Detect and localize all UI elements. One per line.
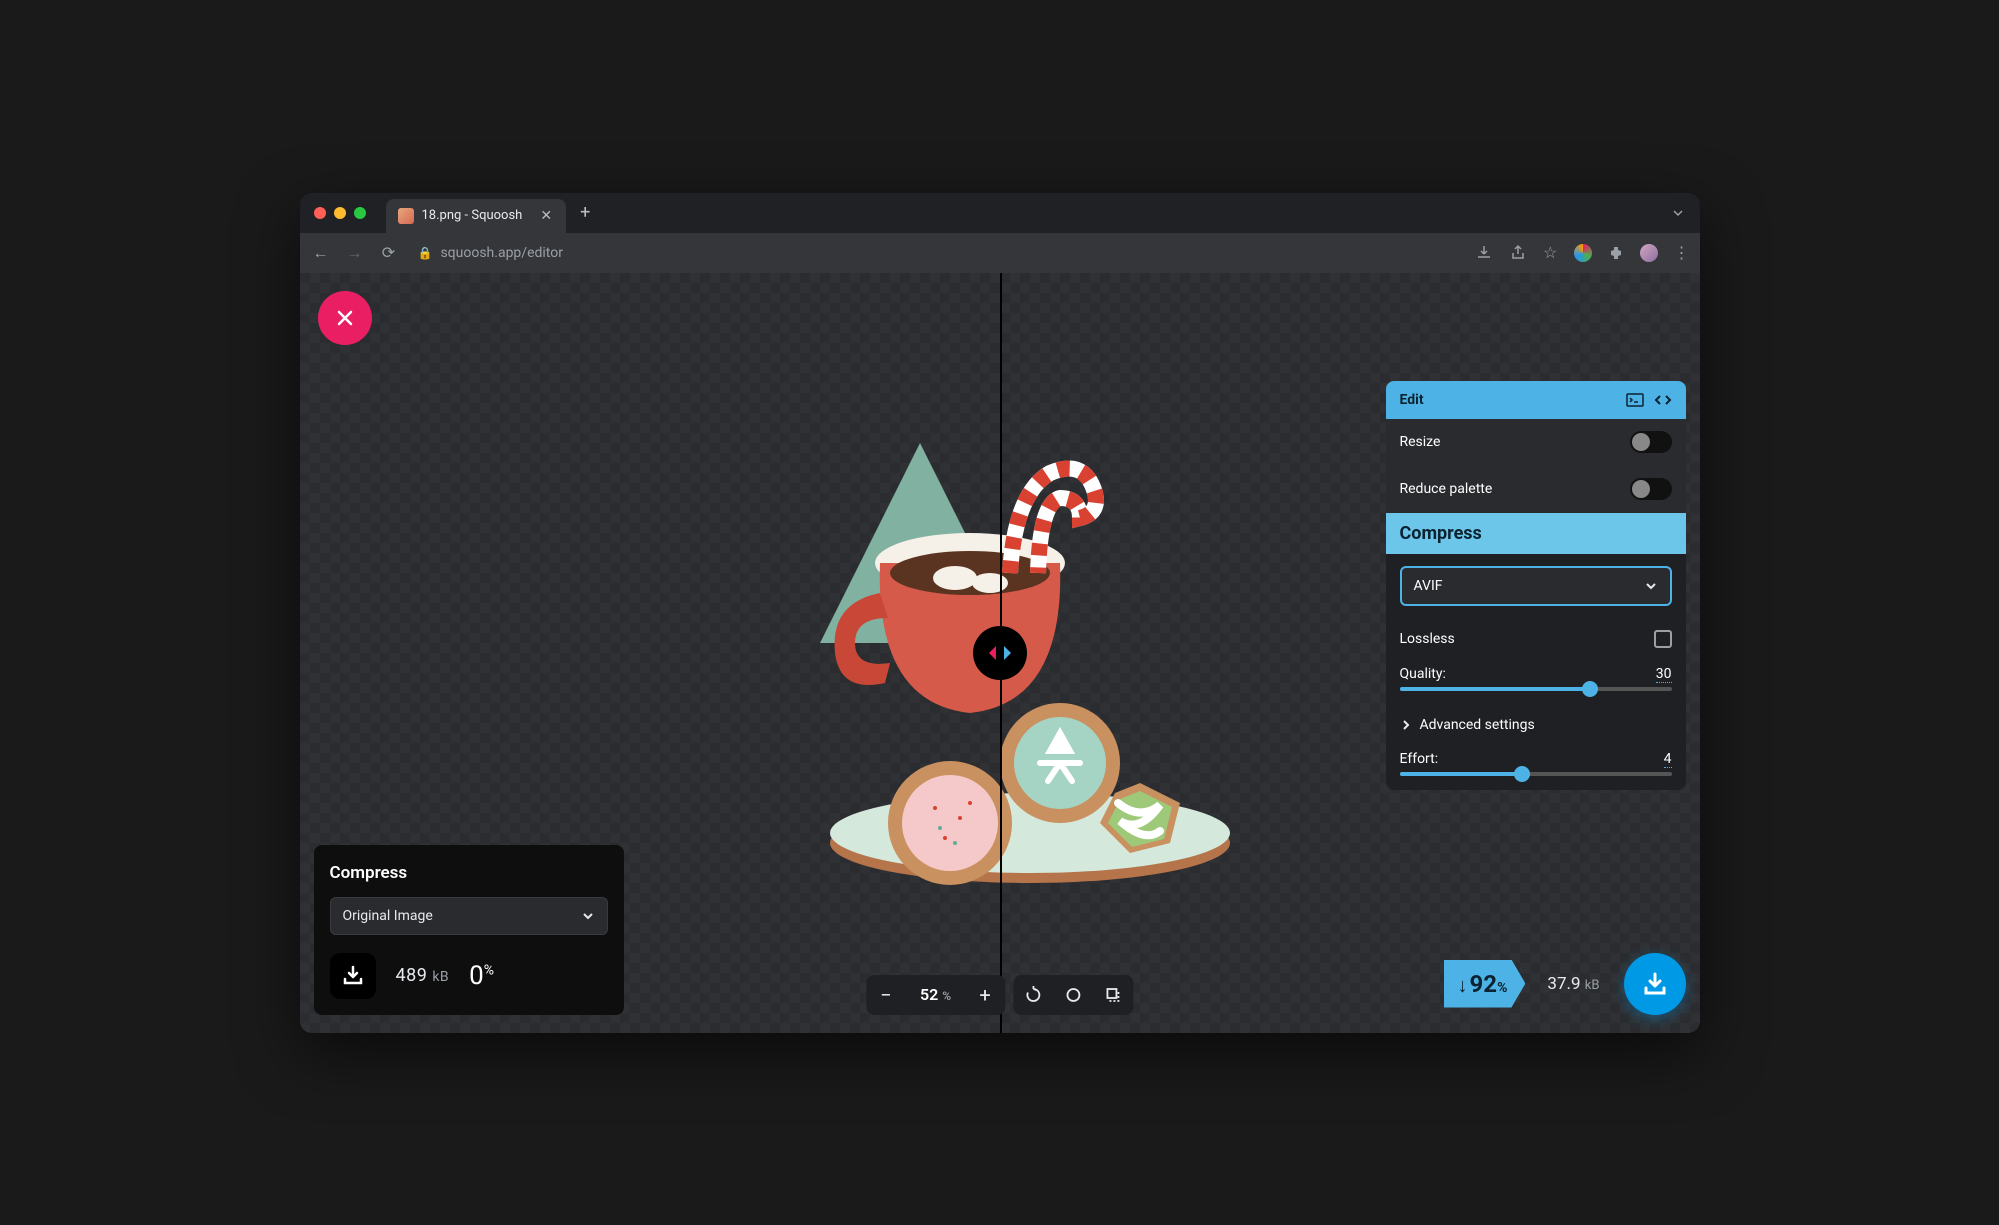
- edit-title: Edit: [1400, 392, 1424, 408]
- reload-button[interactable]: ⟳: [378, 243, 400, 262]
- effort-label: Effort:: [1400, 751, 1439, 767]
- new-tab-button[interactable]: +: [580, 202, 590, 223]
- right-download-area: ↓ 92 % 37.9 kB: [1444, 953, 1686, 1015]
- url-bar[interactable]: 🔒 squoosh.app/editor: [412, 245, 1464, 261]
- arrow-down-icon: ↓: [1458, 973, 1468, 998]
- extensions-icon[interactable]: [1608, 245, 1624, 261]
- quality-value[interactable]: 30: [1656, 666, 1672, 683]
- left-percent: 0%: [469, 961, 494, 991]
- lock-icon: 🔒: [418, 246, 433, 260]
- close-tab-button[interactable]: ✕: [540, 208, 552, 224]
- favicon: [398, 208, 414, 224]
- savings-percent: 92: [1470, 970, 1498, 998]
- reduce-palette-toggle[interactable]: [1630, 478, 1672, 500]
- zoom-out-button[interactable]: −: [866, 975, 906, 1015]
- left-stats: 489 kB 0%: [330, 953, 608, 999]
- maximize-window-button[interactable]: [354, 207, 366, 219]
- compress-header: Compress: [1386, 513, 1686, 554]
- lossless-label: Lossless: [1400, 631, 1455, 647]
- share-icon[interactable]: [1509, 244, 1527, 262]
- resize-row: Resize: [1386, 419, 1686, 466]
- codec-value: AVIF: [1414, 578, 1443, 594]
- download-left-button[interactable]: [330, 953, 376, 999]
- advanced-label: Advanced settings: [1420, 717, 1535, 733]
- left-codec-select[interactable]: Original Image: [330, 897, 608, 935]
- zoom-controls: − 52 % +: [866, 975, 1133, 1015]
- minimize-window-button[interactable]: [334, 207, 346, 219]
- url-path: /editor: [521, 245, 563, 261]
- quality-slider[interactable]: [1400, 687, 1672, 691]
- reduce-palette-row: Reduce palette: [1386, 466, 1686, 513]
- chevron-right-icon: [1400, 719, 1412, 731]
- effort-row: Effort: 4: [1386, 745, 1686, 790]
- savings-unit: %: [1497, 980, 1507, 996]
- comparison-slider-handle[interactable]: [973, 626, 1027, 680]
- zoom-value: 52 %: [906, 985, 965, 1004]
- left-size: 489 kB: [396, 965, 450, 986]
- savings-badge: ↓ 92 %: [1444, 960, 1526, 1008]
- tab-title: 18.png - Squoosh: [422, 208, 523, 223]
- chevron-down-icon: [581, 909, 595, 923]
- resize-toggle[interactable]: [1630, 431, 1672, 453]
- flip-button[interactable]: [1093, 975, 1133, 1015]
- chevron-down-icon: [1644, 579, 1658, 593]
- background-toggle-button[interactable]: [1053, 975, 1093, 1015]
- back-button[interactable]: ←: [310, 243, 332, 263]
- terminal-icon[interactable]: [1626, 391, 1644, 409]
- effort-slider[interactable]: [1400, 772, 1672, 776]
- traffic-lights: [314, 207, 366, 219]
- lossless-row: Lossless: [1386, 618, 1686, 660]
- browser-window: 18.png - Squoosh ✕ + ← → ⟳ 🔒 squoosh.app…: [300, 193, 1700, 1033]
- reduce-palette-label: Reduce palette: [1400, 481, 1493, 497]
- quality-label: Quality:: [1400, 666, 1446, 682]
- compress-title: Compress: [1400, 523, 1482, 544]
- zoom-group: − 52 % +: [866, 975, 1005, 1015]
- download-right-button[interactable]: [1624, 953, 1686, 1015]
- browser-tab[interactable]: 18.png - Squoosh ✕: [386, 199, 567, 233]
- editor-viewport[interactable]: Compress Original Image 489 kB 0% Edit: [300, 273, 1700, 1033]
- titlebar: 18.png - Squoosh ✕ +: [300, 193, 1700, 233]
- effort-value[interactable]: 4: [1664, 751, 1672, 768]
- left-compress-panel: Compress Original Image 489 kB 0%: [314, 845, 624, 1015]
- zoom-in-button[interactable]: +: [965, 975, 1005, 1015]
- close-editor-button[interactable]: [318, 291, 372, 345]
- left-codec-value: Original Image: [343, 908, 433, 924]
- resize-label: Resize: [1400, 434, 1441, 450]
- left-panel-title: Compress: [330, 863, 608, 883]
- advanced-settings-toggle[interactable]: Advanced settings: [1386, 705, 1686, 745]
- url-host: squoosh.app: [440, 245, 521, 261]
- tool-group: [1013, 975, 1133, 1015]
- output-size: 37.9 kB: [1525, 974, 1623, 994]
- toolbar-right-icons: ☆ ⋮: [1475, 243, 1689, 262]
- swap-icon[interactable]: [1654, 391, 1672, 409]
- window-expand-icon[interactable]: [1670, 205, 1686, 221]
- close-window-button[interactable]: [314, 207, 326, 219]
- right-options-panel: Edit Resize Reduce palette Compress AVIF: [1386, 381, 1686, 790]
- install-icon[interactable]: [1475, 244, 1493, 262]
- bookmark-icon[interactable]: ☆: [1543, 243, 1557, 262]
- lossless-checkbox[interactable]: [1654, 630, 1672, 648]
- edit-header: Edit: [1386, 381, 1686, 419]
- rotate-button[interactable]: [1013, 975, 1053, 1015]
- quality-row: Quality: 30: [1386, 660, 1686, 705]
- codec-select[interactable]: AVIF: [1400, 566, 1672, 606]
- forward-button[interactable]: →: [344, 243, 366, 263]
- profile-avatar[interactable]: [1640, 244, 1658, 262]
- menu-icon[interactable]: ⋮: [1674, 243, 1690, 262]
- extension-icon-1[interactable]: [1574, 244, 1592, 262]
- browser-toolbar: ← → ⟳ 🔒 squoosh.app/editor ☆ ⋮: [300, 233, 1700, 273]
